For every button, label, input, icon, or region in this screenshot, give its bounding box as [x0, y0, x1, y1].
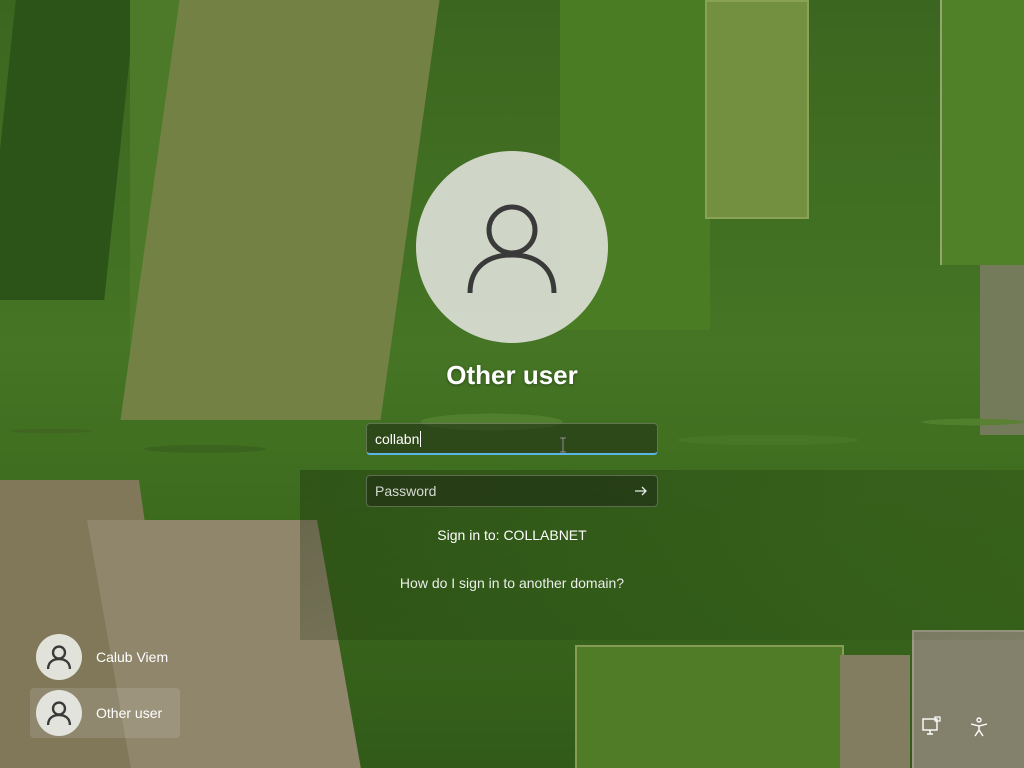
user-tile-label: Calub Viem	[96, 649, 169, 665]
user-silhouette-icon	[467, 204, 557, 294]
user-tile-label: Other user	[96, 705, 163, 721]
text-caret	[420, 430, 422, 447]
password-field[interactable]: Password	[366, 475, 658, 507]
password-placeholder: Password	[375, 483, 437, 499]
sign-in-domain-text: Sign in to: COLLABNET	[437, 527, 587, 543]
user-tile-other-user[interactable]: Other user	[30, 688, 180, 738]
account-avatar	[416, 151, 608, 343]
accessibility-icon[interactable]	[968, 716, 990, 738]
tile-avatar	[36, 690, 82, 736]
network-icon[interactable]	[920, 716, 942, 738]
username-field[interactable]: collabn	[366, 423, 658, 455]
account-name: Other user	[446, 360, 578, 390]
text-cursor-icon	[560, 437, 566, 453]
username-value: collabn	[375, 430, 420, 447]
arrow-right-icon[interactable]	[633, 483, 649, 499]
user-silhouette-icon	[46, 701, 72, 726]
user-tile-calub-viem[interactable]: Calub Viem	[30, 632, 180, 682]
tile-avatar	[36, 634, 82, 680]
other-domain-link[interactable]: How do I sign in to another domain?	[0, 575, 1024, 591]
user-silhouette-icon	[46, 645, 72, 670]
